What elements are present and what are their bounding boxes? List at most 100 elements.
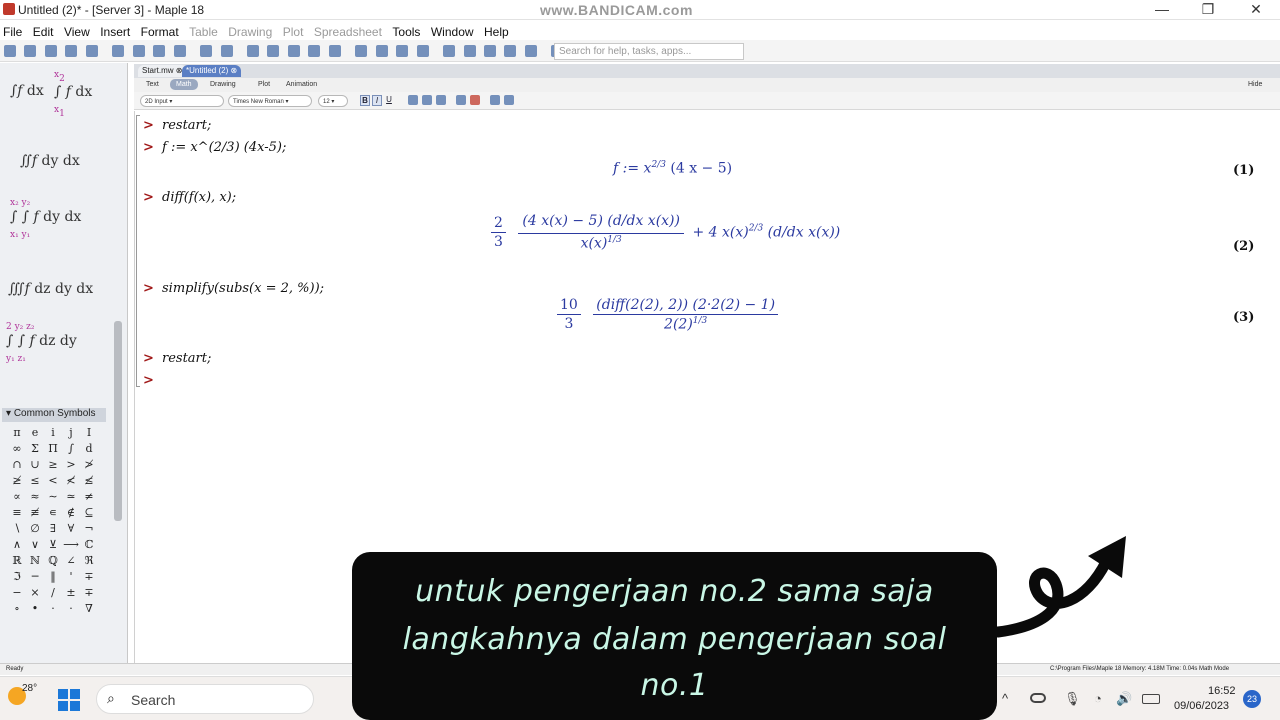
menu-plot[interactable]: Plot	[283, 25, 304, 39]
insert-section-icon[interactable]	[308, 45, 321, 57]
symbol-cell[interactable]: ∃	[44, 522, 62, 535]
symbol-cell[interactable]: ∉	[62, 506, 80, 519]
symbol-cell[interactable]: ∪	[26, 458, 44, 471]
symbol-cell[interactable]: ∘	[8, 602, 26, 615]
symbol-cell[interactable]: ×	[26, 586, 44, 599]
undo-icon[interactable]	[200, 45, 213, 57]
symbol-cell[interactable]: ≱	[8, 474, 26, 487]
symbol-cell[interactable]: ∀	[62, 522, 80, 535]
symbol-cell[interactable]: ≥	[44, 458, 62, 471]
copy-icon[interactable]	[132, 45, 145, 57]
command-restart-2[interactable]: restart;	[162, 351, 211, 366]
prompt-6[interactable]: >	[143, 373, 154, 388]
insert-text-icon[interactable]	[267, 45, 280, 57]
palette-double-integral[interactable]: ∬f dy dx	[20, 153, 80, 169]
menu-help[interactable]: Help	[484, 25, 509, 39]
symbol-cell[interactable]: ∖	[8, 522, 26, 535]
symbol-cell[interactable]: ⊻	[44, 538, 62, 551]
symbol-cell[interactable]: ≢	[26, 506, 44, 519]
symbol-cell[interactable]: ∧	[8, 538, 26, 551]
symbol-cell[interactable]: d	[80, 442, 98, 455]
tab-start[interactable]: Start.mw ⊗	[138, 65, 187, 77]
insert-math-icon[interactable]	[287, 45, 300, 57]
symbol-cell[interactable]: −	[8, 586, 26, 599]
align-right-icon[interactable]	[436, 95, 446, 105]
command-diff[interactable]: diff(f(x), x);	[162, 190, 236, 205]
menu-drawing[interactable]: Drawing	[228, 25, 272, 39]
cloud-icon[interactable]	[1030, 693, 1046, 703]
numbered-list-icon[interactable]	[504, 95, 514, 105]
symbol-cell[interactable]: ⊆	[80, 506, 98, 519]
symbol-cell[interactable]: I	[80, 426, 98, 439]
command-restart-1[interactable]: restart;	[162, 118, 211, 133]
palette-triple-definite-integral[interactable]: 2 y₂ z₂ ∫ ∫ f dz dy y₁ z₁	[6, 317, 77, 365]
palette-double-definite-integral[interactable]: x₂ y₂ ∫ ∫ f dy dx x₁ y₁	[10, 193, 81, 241]
symbol-cell[interactable]: ℚ	[44, 554, 62, 567]
symbol-cell[interactable]: ∫	[62, 442, 80, 455]
clock-date[interactable]: 09/06/2023	[1174, 700, 1229, 712]
align-center-icon[interactable]	[422, 95, 432, 105]
symbol-cell[interactable]: ≃	[62, 490, 80, 503]
menu-edit[interactable]: Edit	[33, 25, 54, 39]
symbol-cell[interactable]: ±	[62, 586, 80, 599]
font-select[interactable]: Times New Roman ▾	[228, 95, 312, 107]
mode-animation[interactable]: Animation	[286, 81, 317, 88]
new-document-icon[interactable]	[4, 45, 16, 57]
cut-icon[interactable]	[112, 45, 125, 57]
symbol-cell[interactable]: ∓	[80, 586, 98, 599]
symbol-cell[interactable]: Π	[44, 442, 62, 455]
insert-prompt-icon[interactable]	[246, 45, 259, 57]
symbol-cell[interactable]: ∼	[44, 490, 62, 503]
symbol-cell[interactable]: ≮	[62, 474, 80, 487]
menu-insert[interactable]: Insert	[100, 25, 130, 39]
symbol-cell[interactable]: ∩	[8, 458, 26, 471]
debug-icon[interactable]	[504, 45, 517, 57]
battery-icon[interactable]	[1142, 694, 1160, 704]
symbol-cell[interactable]: >	[62, 458, 80, 471]
symbol-cell[interactable]: ∊	[44, 506, 62, 519]
paste-icon[interactable]	[153, 45, 166, 57]
restart-icon[interactable]	[483, 45, 496, 57]
back-icon[interactable]	[355, 45, 368, 57]
print-icon[interactable]	[65, 45, 78, 57]
symbol-cell[interactable]: ≤	[26, 474, 44, 487]
bold-icon[interactable]: B	[360, 95, 370, 106]
symbol-cell[interactable]: i	[44, 426, 62, 439]
symbol-cell[interactable]: ∞	[8, 442, 26, 455]
taskbar-search[interactable]: ⌕ Search	[96, 684, 314, 714]
font-size-select[interactable]: 12 ▾	[318, 95, 348, 107]
forward-icon[interactable]	[375, 45, 388, 57]
symbol-cell[interactable]: Σ	[26, 442, 44, 455]
volume-icon[interactable]: 🔊	[1116, 691, 1132, 707]
menu-format[interactable]: Format	[141, 25, 179, 39]
symbol-cell[interactable]: '	[62, 570, 80, 583]
symbol-cell[interactable]: e	[26, 426, 44, 439]
notification-badge[interactable]: 23	[1243, 690, 1261, 708]
symbol-cell[interactable]: ℑ	[8, 570, 26, 583]
command-define-f[interactable]: f := x^(2/3) (4x-5);	[162, 140, 286, 155]
symbol-cell[interactable]: ·	[44, 602, 62, 615]
symbol-cell[interactable]: /	[44, 586, 62, 599]
common-symbols-header[interactable]: ▾ Common Symbols	[2, 408, 106, 422]
execute-icon[interactable]	[463, 45, 476, 57]
symbol-cell[interactable]: ≰	[80, 474, 98, 487]
symbol-cell[interactable]: ·	[62, 602, 80, 615]
highlight-icon[interactable]	[470, 95, 480, 105]
stop-icon[interactable]	[416, 45, 429, 57]
mode-drawing[interactable]: Drawing	[210, 81, 236, 88]
symbol-cell[interactable]: ⟶	[62, 538, 80, 551]
mode-math[interactable]: Math	[170, 79, 198, 90]
print-preview-icon[interactable]	[85, 45, 98, 57]
menu-spreadsheet[interactable]: Spreadsheet	[314, 25, 382, 39]
menu-tools[interactable]: Tools	[392, 25, 420, 39]
palette-integral-indefinite[interactable]: ∫f dx	[10, 83, 44, 99]
save-icon[interactable]	[44, 45, 57, 57]
font-color-icon[interactable]	[456, 95, 466, 105]
symbol-cell[interactable]: j	[62, 426, 80, 439]
mode-text[interactable]: Text	[146, 81, 159, 88]
maximize-icon[interactable]: ❐	[1188, 1, 1228, 19]
clock-time[interactable]: 16:52	[1208, 685, 1236, 697]
palette-scrollbar[interactable]	[114, 321, 122, 521]
symbol-cell[interactable]: ℝ	[8, 554, 26, 567]
unsection-icon[interactable]	[328, 45, 341, 57]
